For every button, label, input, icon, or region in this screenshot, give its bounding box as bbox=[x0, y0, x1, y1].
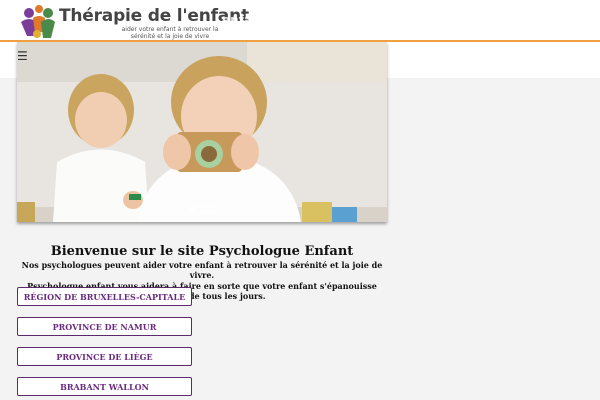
family-logo-icon bbox=[21, 5, 55, 38]
header-accent-line bbox=[0, 40, 600, 42]
region-button-bruxelles[interactable]: RÉGION DE BRUXELLES-CAPITALE bbox=[17, 287, 192, 306]
logo-tagline: aider votre enfant à retrouver la séréni… bbox=[121, 26, 219, 40]
slider-dot-1[interactable] bbox=[189, 206, 196, 213]
slider-dots bbox=[189, 206, 216, 213]
intro-text-1: Nos psychologues peuvent aider votre enf… bbox=[21, 260, 383, 280]
logo-title: Thérapie de l'enfant bbox=[59, 6, 249, 26]
region-button-namur[interactable]: PROVINCE DE NAMUR bbox=[17, 317, 192, 336]
page-title: Bienvenue sur le site Psychologue Enfant bbox=[50, 244, 354, 259]
slider-dot-2[interactable] bbox=[199, 206, 206, 213]
region-button-liege[interactable]: PROVINCE DE LIÈGE bbox=[17, 347, 192, 366]
hero-slider[interactable] bbox=[17, 42, 387, 222]
hamburger-menu-icon[interactable]: ☰ bbox=[17, 49, 28, 63]
hero-ghost-title: enfant bbox=[222, 13, 267, 27]
region-button-brabant-wallon[interactable]: BRABANT WALLON bbox=[17, 377, 192, 396]
hero-photo bbox=[17, 42, 387, 222]
site-logo[interactable]: Thérapie de l'enfant aider votre enfant … bbox=[15, 3, 249, 40]
slider-dot-3[interactable] bbox=[209, 206, 216, 213]
